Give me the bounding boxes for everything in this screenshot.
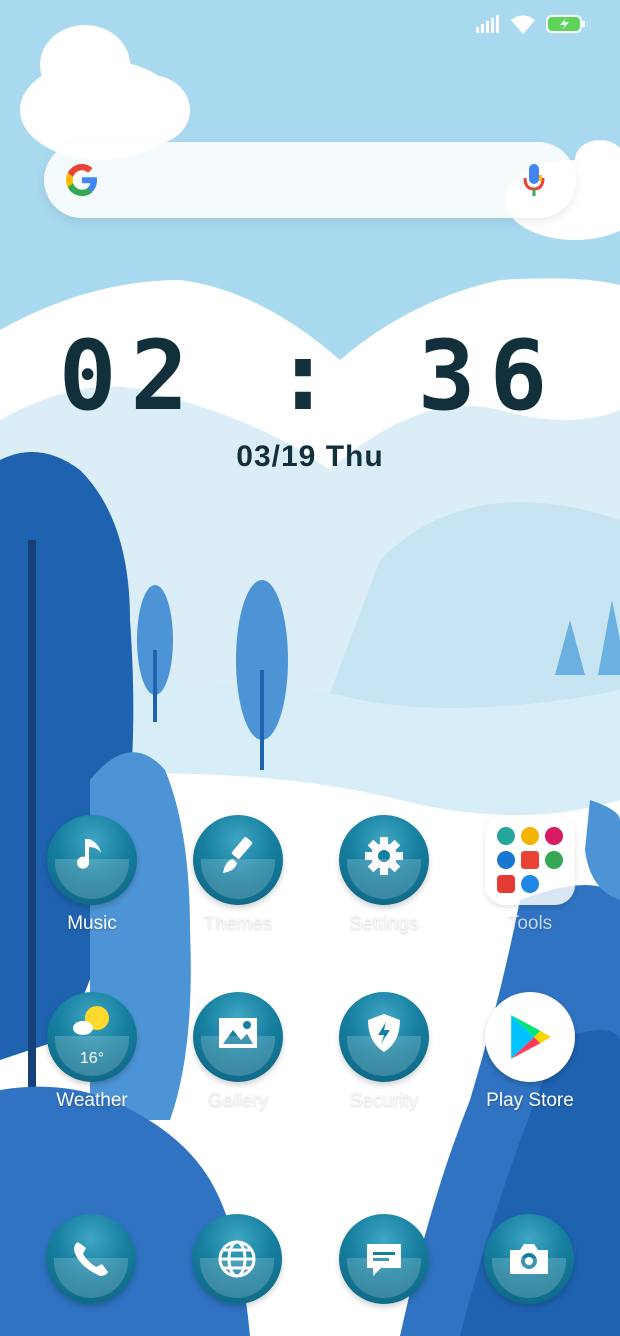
shield-icon — [368, 1014, 400, 1052]
dock-phone[interactable] — [46, 1214, 136, 1304]
wifi-icon — [511, 15, 535, 34]
app-play-store[interactable]: Play Store — [465, 992, 595, 1112]
phone-icon — [74, 1242, 108, 1276]
message-icon — [367, 1244, 401, 1276]
dock-messages[interactable] — [339, 1214, 429, 1304]
status-bar — [476, 14, 586, 34]
weather-temp: 16° — [79, 1050, 105, 1067]
app-gallery[interactable]: Gallery — [173, 992, 303, 1112]
app-security[interactable]: Security — [319, 992, 449, 1112]
clock-time[interactable]: 02 : 36 — [0, 320, 620, 432]
app-music[interactable]: Music — [27, 815, 157, 935]
app-label: Tools — [507, 913, 553, 934]
image-icon — [219, 1018, 257, 1048]
app-label: Weather — [56, 1090, 128, 1111]
folder-icon — [485, 815, 575, 905]
microphone-icon[interactable] — [520, 162, 548, 198]
battery-charging-icon — [546, 15, 585, 33]
app-themes[interactable]: Themes — [173, 815, 303, 935]
dock-camera[interactable] — [484, 1214, 574, 1304]
paintbrush-icon — [223, 837, 253, 873]
app-label: Music — [67, 913, 117, 934]
app-weather[interactable]: 16° Weather — [27, 992, 157, 1112]
app-label: Gallery — [207, 1090, 269, 1111]
camera-icon — [510, 1244, 548, 1274]
globe-icon — [218, 1240, 256, 1278]
clock-date[interactable]: 03/19 Thu — [0, 440, 620, 474]
google-search-bar[interactable] — [44, 142, 576, 218]
play-store-icon — [511, 1015, 551, 1059]
signal-icon — [476, 15, 499, 33]
music-note-icon — [77, 839, 101, 869]
app-settings[interactable]: Settings — [319, 815, 449, 935]
weather-icon — [73, 1006, 109, 1035]
dock-browser[interactable] — [192, 1214, 282, 1304]
app-label: Settings — [349, 913, 419, 934]
app-label: Themes — [203, 913, 273, 934]
gear-icon — [365, 837, 403, 875]
app-label: Security — [349, 1090, 419, 1111]
google-logo — [66, 164, 97, 196]
app-folder-tools[interactable]: Tools — [465, 815, 595, 935]
app-label: Play Store — [486, 1090, 574, 1111]
